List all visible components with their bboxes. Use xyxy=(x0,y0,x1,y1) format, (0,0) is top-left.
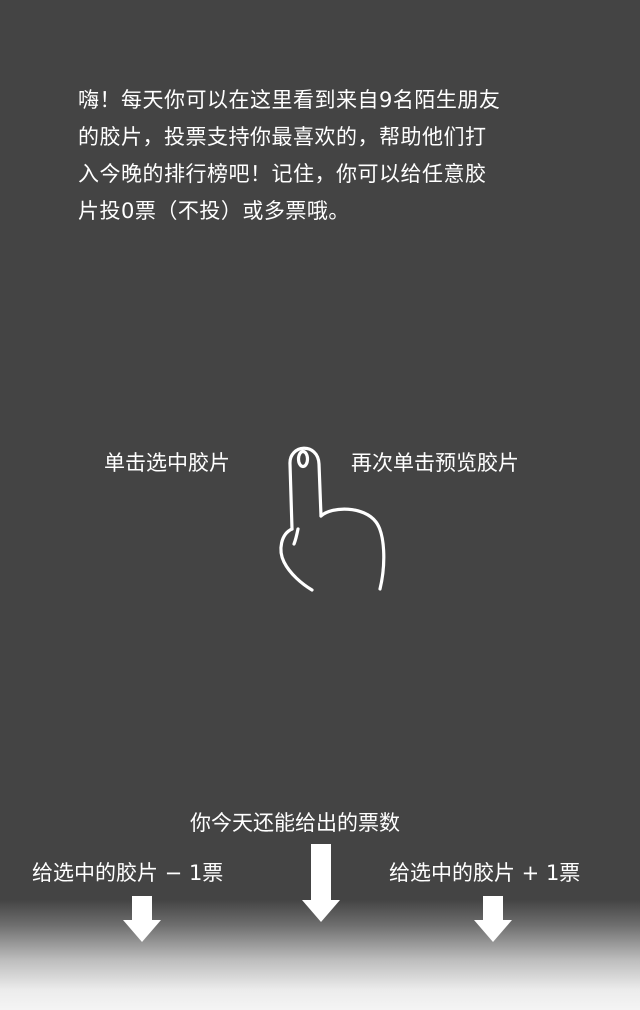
double-tap-hint: 再次单击预览胶片 xyxy=(351,451,519,475)
tutorial-overlay[interactable]: 嗨！每天你可以在这里看到来自9名陌生朋友 的胶片，投票支持你最喜欢的，帮助他们打… xyxy=(0,0,640,1010)
minus-vote-hint: 给选中的胶片 − 1票 xyxy=(32,861,224,885)
intro-text: 嗨！每天你可以在这里看到来自9名陌生朋友 的胶片，投票支持你最喜欢的，帮助他们打… xyxy=(78,82,578,230)
intro-line-2: 的胶片，投票支持你最喜欢的，帮助他们打 xyxy=(78,125,487,149)
down-arrow-icon xyxy=(123,896,161,942)
plus-vote-hint: 给选中的胶片 + 1票 xyxy=(389,861,581,885)
single-tap-hint: 单击选中胶片 xyxy=(104,451,230,475)
remaining-votes-hint: 你今天还能给出的票数 xyxy=(190,811,400,835)
intro-line-3: 入今晚的排行榜吧！记住，你可以给任意胶 xyxy=(78,162,487,186)
down-arrow-icon xyxy=(474,896,512,942)
down-arrow-icon xyxy=(302,844,340,922)
intro-line-4: 片投0票（不投）或多票哦。 xyxy=(78,199,350,223)
intro-line-1: 嗨！每天你可以在这里看到来自9名陌生朋友 xyxy=(78,88,501,112)
